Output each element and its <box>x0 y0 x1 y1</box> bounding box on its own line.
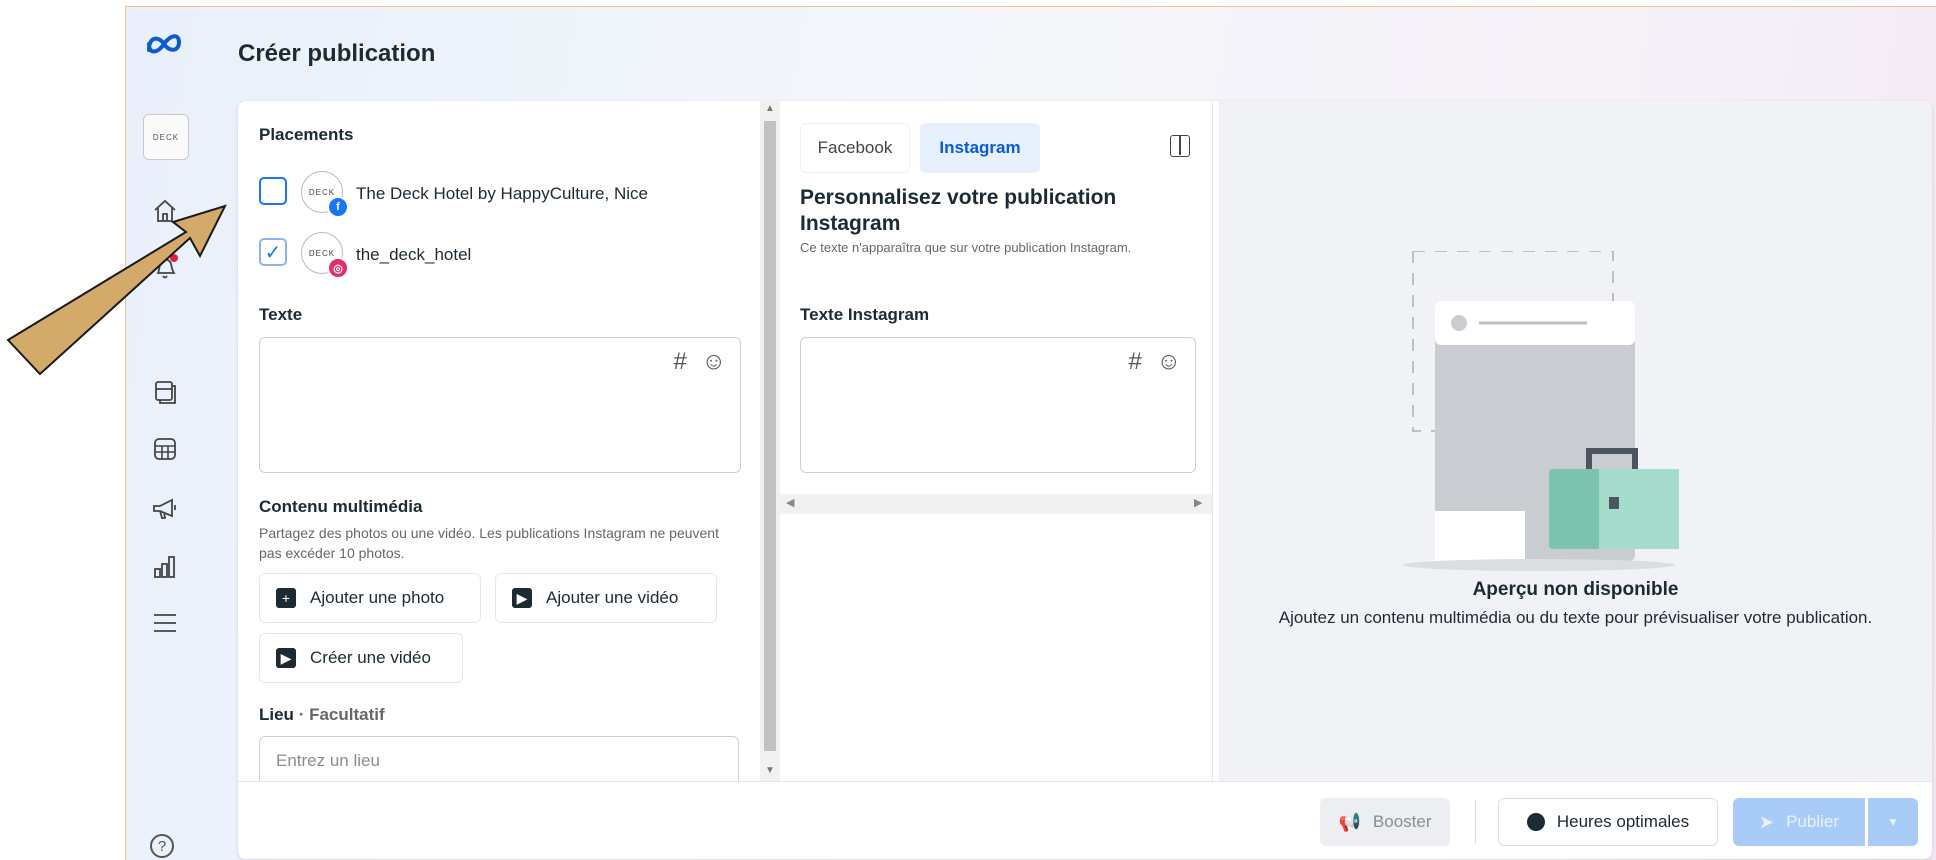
publish-label: Publier <box>1786 812 1839 831</box>
avatar-text: DECK <box>308 248 336 258</box>
instagram-text-label: Texte Instagram <box>800 305 930 324</box>
megaphone-icon: 📢 <box>1338 811 1361 832</box>
annotation-arrow <box>6 204 227 376</box>
scroll-thumb[interactable] <box>764 121 776 751</box>
create-video-button[interactable]: ▶ Créer une vidéo <box>259 633 463 683</box>
text-tools: # ☺ <box>673 348 726 376</box>
add-photo-button[interactable]: + Ajouter une photo <box>259 573 481 623</box>
compose-column: Placements DECK f The Deck Hotel by Happ… <box>238 101 760 781</box>
emoji-icon[interactable]: ☺ <box>1156 348 1181 375</box>
create-video-label: Créer une vidéo <box>310 648 431 667</box>
location-label: Lieu <box>259 705 294 724</box>
post-text-area[interactable]: # ☺ <box>259 337 741 473</box>
best-times-label: Heures optimales <box>1556 812 1690 831</box>
media-label: Contenu multimédia <box>259 497 423 516</box>
boost-button[interactable]: 📢 Booster <box>1320 798 1450 846</box>
facebook-icon: f <box>327 196 349 218</box>
instagram-text-tools: # ☺ <box>1128 348 1181 376</box>
scroll-right-arrow[interactable]: ▶ <box>1194 496 1202 509</box>
scroll-down-arrow[interactable]: ▼ <box>765 765 775 776</box>
compose-scrollbar[interactable]: ▲ ▼ <box>760 101 780 781</box>
customize-subtitle: Ce texte n'apparaîtra que sur votre publ… <box>800 240 1132 255</box>
avatar-text: DECK <box>308 187 336 197</box>
menu-icon[interactable] <box>150 608 180 638</box>
page-avatar[interactable]: DECK <box>143 114 189 160</box>
tab-facebook[interactable]: Facebook <box>800 123 910 173</box>
create-post-card: Placements DECK f The Deck Hotel by Happ… <box>238 101 1932 859</box>
send-icon: ➤ <box>1758 811 1775 832</box>
emoji-icon[interactable]: ☺ <box>701 348 726 375</box>
add-video-button[interactable]: ▶ Ajouter une vidéo <box>495 573 717 623</box>
action-footer: 📢 Booster Heures optimales ➤ Publier ▼ <box>238 781 1932 859</box>
preview-illustration <box>1403 251 1679 571</box>
publish-button[interactable]: ➤ Publier <box>1733 798 1865 846</box>
preview-column: Aperçu non disponible Ajoutez un contenu… <box>1219 101 1932 781</box>
horizontal-scrollbar[interactable]: ◀ ▶ <box>780 494 1212 514</box>
add-photo-icon: + <box>276 588 296 608</box>
preview-subtitle: Ajoutez un contenu multimédia ou du text… <box>1278 608 1873 627</box>
boost-label: Booster <box>1372 812 1432 831</box>
add-photo-label: Ajouter une photo <box>310 588 445 607</box>
avatar-text: DECK <box>152 132 180 142</box>
text-label: Texte <box>259 305 303 324</box>
create-video-icon: ▶ <box>276 648 296 668</box>
hashtag-icon[interactable]: # <box>673 348 686 375</box>
location-input[interactable]: Entrez un lieu <box>259 736 739 781</box>
meta-logo-icon[interactable] <box>145 30 183 58</box>
customize-column: Facebook Instagram Personnalisez votre p… <box>780 101 1213 781</box>
add-video-icon: ▶ <box>512 588 532 608</box>
clock-icon <box>1526 813 1545 831</box>
hashtag-icon[interactable]: # <box>1128 348 1141 375</box>
instagram-text-area[interactable]: # ☺ <box>800 337 1196 473</box>
instagram-icon: ◎ <box>327 257 349 279</box>
facebook-placement-name: The Deck Hotel by HappyCulture, Nice <box>356 184 648 203</box>
scroll-up-arrow[interactable]: ▲ <box>765 103 775 114</box>
megaphone-icon[interactable] <box>150 494 180 524</box>
best-times-button[interactable]: Heures optimales <box>1498 798 1718 846</box>
preview-title: Aperçu non disponible <box>1472 579 1679 600</box>
instagram-placement-name: the_deck_hotel <box>356 245 472 264</box>
media-help-text: Partagez des photos ou une vidéo. Les pu… <box>259 525 719 561</box>
chart-icon[interactable] <box>150 552 180 582</box>
page-title: Créer publication <box>238 40 436 67</box>
location-label-row: Lieu · Facultatif <box>259 705 385 725</box>
help-icon[interactable]: ? <box>150 834 174 858</box>
footer-divider <box>1475 800 1476 844</box>
publish-options-button[interactable]: ▼ <box>1868 798 1918 846</box>
placements-label: Placements <box>259 125 354 144</box>
location-placeholder: Entrez un lieu <box>276 751 380 770</box>
tab-instagram[interactable]: Instagram <box>920 123 1040 173</box>
facebook-placement-checkbox[interactable] <box>259 177 287 205</box>
instagram-placement-checkbox[interactable]: ✓ <box>259 238 287 266</box>
customize-title: Personnalisez votre publication Instagra… <box>800 186 1117 235</box>
location-optional: · Facultatif <box>298 705 385 724</box>
scroll-left-arrow[interactable]: ◀ <box>786 496 794 509</box>
chevron-down-icon: ▼ <box>1887 815 1899 829</box>
add-video-label: Ajouter une vidéo <box>546 588 679 607</box>
collapse-panel-icon[interactable] <box>1170 135 1190 157</box>
